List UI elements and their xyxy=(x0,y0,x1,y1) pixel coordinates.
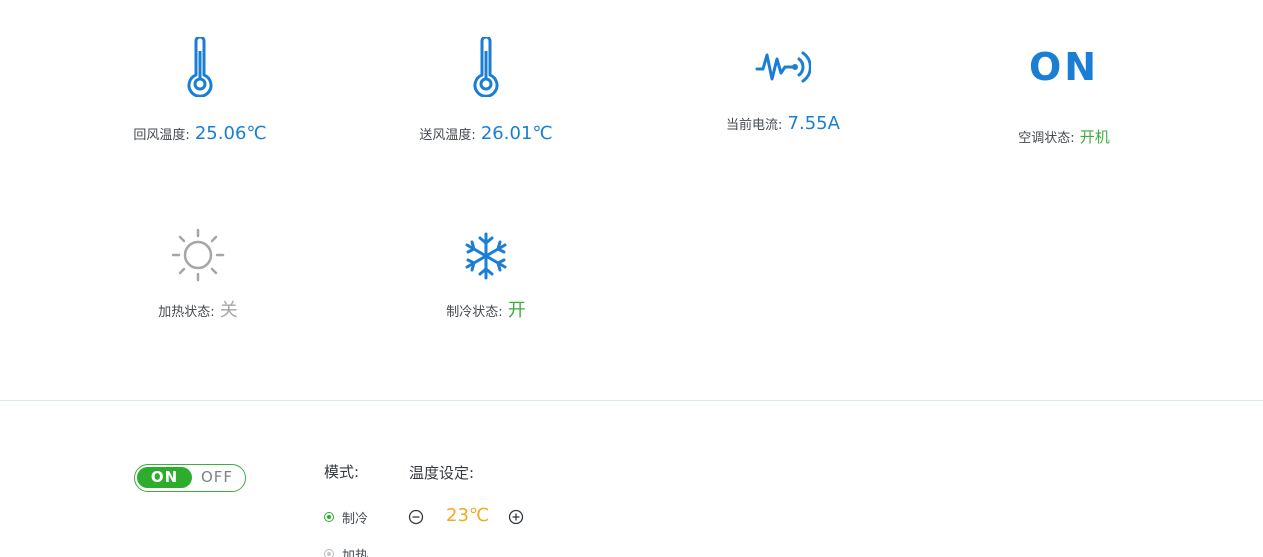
ac-state-label: 空调状态: xyxy=(1018,131,1075,146)
mode-title: 模式: xyxy=(324,463,360,481)
temperature-setpoint-value: 23℃ xyxy=(446,505,490,526)
current-tile: 当前电流: 7.55A xyxy=(653,47,913,134)
power-toggle-switch[interactable]: ON OFF xyxy=(134,464,246,492)
plus-circle-icon[interactable] xyxy=(508,509,524,525)
return-air-temp-label: 回风温度: xyxy=(133,128,190,143)
temperature-setting-title: 温度设定: xyxy=(409,464,475,482)
cooling-state-value: 开 xyxy=(507,300,526,321)
ac-on-indicator: ON xyxy=(1028,45,1100,89)
ac-dashboard: 回风温度: 25.06℃ 送风温度: 26.01℃ 当前电流: 7.55A ON xyxy=(0,0,1263,557)
toggle-on-label: ON xyxy=(150,468,179,486)
return-air-temp-value: 25.06℃ xyxy=(194,123,267,144)
radio-checked-icon[interactable] xyxy=(324,512,334,522)
cooling-state-label: 制冷状态: xyxy=(446,305,503,320)
ac-state-tile: ON 空调状态: 开机 xyxy=(934,48,1194,147)
signal-wave-icon xyxy=(755,51,811,83)
current-value: 7.55A xyxy=(787,113,840,134)
ac-state-value: 开机 xyxy=(1079,128,1110,146)
snowflake-icon xyxy=(465,232,507,280)
return-air-temp-tile: 回风温度: 25.06℃ xyxy=(70,37,330,144)
supply-air-temp-label: 送风温度: xyxy=(419,128,476,143)
mode-option-label: 制冷 xyxy=(342,511,369,527)
mode-option-label: 加热 xyxy=(342,548,369,557)
supply-air-temp-tile: 送风温度: 26.01℃ xyxy=(356,37,616,144)
sun-icon xyxy=(171,228,225,282)
minus-circle-icon[interactable] xyxy=(408,509,424,525)
toggle-off-label: OFF xyxy=(200,468,234,486)
heating-state-tile: 加热状态: 关 xyxy=(68,228,328,322)
mode-option-cooling[interactable]: 制冷 xyxy=(324,509,369,527)
heating-state-value: 关 xyxy=(219,300,238,321)
thermometer-icon xyxy=(187,37,213,97)
section-divider xyxy=(0,400,1263,401)
supply-air-temp-value: 26.01℃ xyxy=(480,123,553,144)
radio-unchecked-icon[interactable] xyxy=(324,549,334,557)
heating-state-label: 加热状态: xyxy=(158,305,215,320)
cooling-state-tile: 制冷状态: 开 xyxy=(356,232,616,322)
current-label: 当前电流: xyxy=(726,118,783,133)
thermometer-icon xyxy=(473,37,499,97)
mode-option-heating[interactable]: 加热 xyxy=(324,546,368,557)
